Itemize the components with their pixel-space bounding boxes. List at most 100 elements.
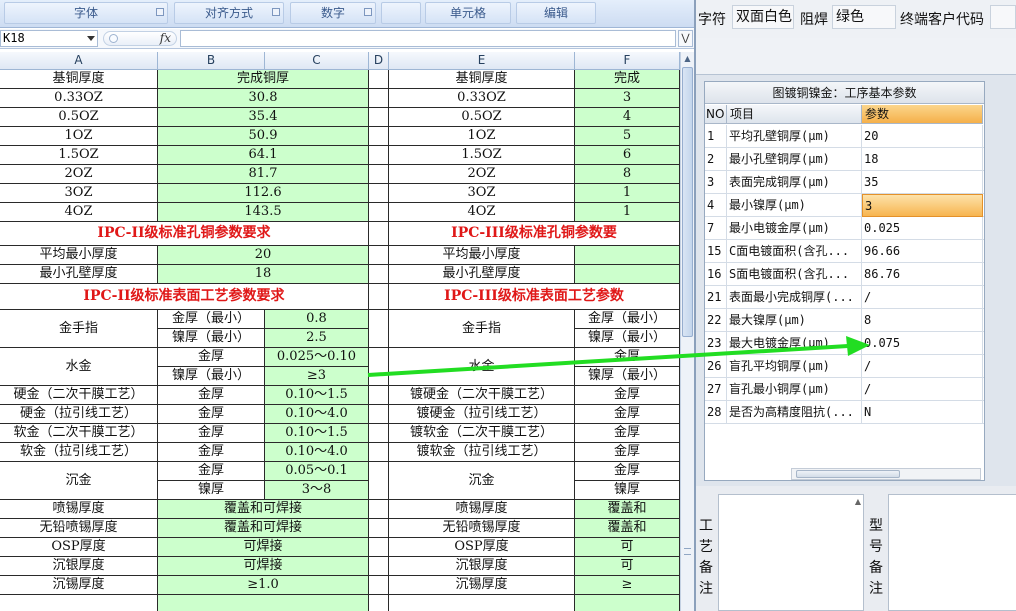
vertical-scrollbar[interactable]: ▲ (680, 52, 694, 611)
grid-cell-item[interactable]: S面电镀面积(含孔... (727, 263, 862, 286)
cell-c[interactable]: 0.10～1.5 (265, 424, 369, 443)
grid-cell-no[interactable]: 26 (705, 355, 727, 378)
dialog-launcher-icon[interactable] (156, 8, 164, 16)
cell[interactable] (369, 462, 389, 500)
ribbon-group-font[interactable]: 字体 (4, 2, 168, 24)
name-box[interactable]: K18 (0, 30, 98, 47)
scroll-thumb[interactable] (682, 67, 693, 337)
cell-a[interactable]: 2OZ (0, 165, 158, 184)
cell-a[interactable]: 喷锡厚度 (0, 500, 158, 519)
ipc3-hole-title[interactable]: IPC-III级标准孔铜参数要 (389, 222, 680, 246)
grid-cell-param[interactable]: 0.025 (862, 217, 983, 240)
customer-code-field[interactable] (990, 5, 1016, 29)
cell-f[interactable]: ≥ (575, 576, 680, 595)
cell[interactable] (369, 184, 389, 203)
dialog-launcher-icon[interactable] (364, 8, 372, 16)
grid-cell-param[interactable]: 20 (862, 125, 983, 148)
cell[interactable] (369, 127, 389, 146)
cell[interactable] (369, 146, 389, 165)
cell-f[interactable]: 覆盖和 (575, 519, 680, 538)
grid-cell-item[interactable]: 最大电镀金厚(μm) (727, 332, 862, 355)
cell-e[interactable]: 1OZ (389, 127, 575, 146)
cell-c[interactable]: 3～8 (265, 481, 369, 500)
cell[interactable] (369, 424, 389, 443)
cell-bc[interactable]: 35.4 (158, 108, 369, 127)
cell[interactable] (369, 246, 389, 265)
cell-e[interactable]: OSP厚度 (389, 538, 575, 557)
cell-c[interactable]: 2.5 (265, 329, 369, 348)
cell-c[interactable]: 0.025～0.10 (265, 348, 369, 367)
cell-a[interactable]: 1.5OZ (0, 146, 158, 165)
cell-f[interactable]: 金厚 (575, 424, 680, 443)
grid-cell-param[interactable]: / (862, 378, 983, 401)
cell-e[interactable]: 0.5OZ (389, 108, 575, 127)
cell-a[interactable]: 软金（二次干膜工艺） (0, 424, 158, 443)
column-header-b[interactable]: B (158, 52, 265, 70)
grid-cell-no[interactable]: 16 (705, 263, 727, 286)
cell[interactable] (369, 386, 389, 405)
grid-cell-no[interactable]: 15 (705, 240, 727, 263)
grid-cell-no[interactable]: 3 (705, 171, 727, 194)
cell-c[interactable]: 0.10～4.0 (265, 405, 369, 424)
cell[interactable] (369, 70, 389, 89)
ribbon-group-alignment[interactable]: 对齐方式 (174, 2, 284, 24)
cell[interactable] (369, 557, 389, 576)
cell-f[interactable] (575, 265, 680, 284)
ribbon-group-styles[interactable] (381, 2, 421, 24)
grid-row[interactable]: 3 表面完成铜厚(μm) 35 (705, 171, 984, 194)
grid-cell-no[interactable]: 23 (705, 332, 727, 355)
cell-e[interactable]: 镀软金（二次干膜工艺） (389, 424, 575, 443)
horizontal-scrollbar[interactable] (791, 468, 981, 480)
cell-bc[interactable]: 18 (158, 265, 369, 284)
grid-row[interactable]: 26 盲孔平均铜厚(μm) / (705, 355, 984, 378)
group-label[interactable]: 金手指 (389, 310, 575, 348)
cell-b[interactable]: 镍厚（最小） (158, 329, 265, 348)
cell-e[interactable]: 无铅喷锡厚度 (389, 519, 575, 538)
formula-input[interactable] (180, 30, 676, 47)
grid-cell-param[interactable]: 18 (862, 148, 983, 171)
grid-header-no[interactable]: NO (705, 105, 727, 124)
grid-row[interactable]: 1 平均孔壁铜厚(μm) 20 (705, 125, 984, 148)
column-header-d[interactable]: D (369, 52, 389, 70)
cell-bc[interactable]: 50.9 (158, 127, 369, 146)
grid-header-item[interactable]: 项目 (727, 105, 862, 124)
cell-e[interactable]: 基铜厚度 (389, 70, 575, 89)
grid-cell-item[interactable]: 表面最小完成铜厚(... (727, 286, 862, 309)
cell-b[interactable]: 金厚 (158, 405, 265, 424)
grid-row[interactable]: 2 最小孔壁铜厚(μm) 18 (705, 148, 984, 171)
insert-function-icon[interactable]: fx (160, 31, 171, 45)
cell-bc[interactable]: 20 (158, 246, 369, 265)
cell-e[interactable]: 镀软金（拉引线工艺） (389, 443, 575, 462)
grid-cell-no[interactable]: 22 (705, 309, 727, 332)
cell[interactable] (369, 284, 389, 310)
cell[interactable] (389, 595, 575, 611)
cell-b[interactable]: 金厚（最小） (158, 310, 265, 329)
cell-e[interactable]: 沉锡厚度 (389, 576, 575, 595)
grid-cell-item[interactable]: 盲孔最小铜厚(μm) (727, 378, 862, 401)
cell-f[interactable]: 金厚 (575, 386, 680, 405)
grid-cell-item[interactable]: 最小孔壁铜厚(μm) (727, 148, 862, 171)
scroll-up-icon[interactable]: ▲ (855, 497, 861, 506)
cell-bc[interactable]: 64.1 (158, 146, 369, 165)
cell-e[interactable]: 3OZ (389, 184, 575, 203)
grid-cell-param[interactable]: 96.66 (862, 240, 983, 263)
cell-e[interactable]: 0.33OZ (389, 89, 575, 108)
grid-row[interactable]: 7 最小电镀金厚(μm) 0.025 (705, 217, 984, 240)
cell-bc[interactable]: 可焊接 (158, 538, 369, 557)
grid-cell-item[interactable]: 表面完成铜厚(μm) (727, 171, 862, 194)
column-header-f[interactable]: F (575, 52, 680, 70)
scroll-up-icon[interactable]: ▲ (681, 52, 694, 65)
cell-b[interactable]: 镍厚（最小） (158, 367, 265, 386)
group-label[interactable]: 金手指 (0, 310, 158, 348)
grid-cell-no[interactable]: 27 (705, 378, 727, 401)
cell[interactable] (0, 595, 158, 611)
cell[interactable] (369, 265, 389, 284)
cell[interactable] (369, 595, 389, 611)
cell-a[interactable]: 沉锡厚度 (0, 576, 158, 595)
grid-cell-no[interactable]: 2 (705, 148, 727, 171)
cell-a[interactable]: 0.33OZ (0, 89, 158, 108)
cell-b[interactable]: 金厚 (158, 462, 265, 481)
cell-f[interactable]: 金厚 (575, 443, 680, 462)
cell-f[interactable]: 3 (575, 89, 680, 108)
ribbon-group-cells[interactable]: 单元格 (425, 2, 511, 24)
